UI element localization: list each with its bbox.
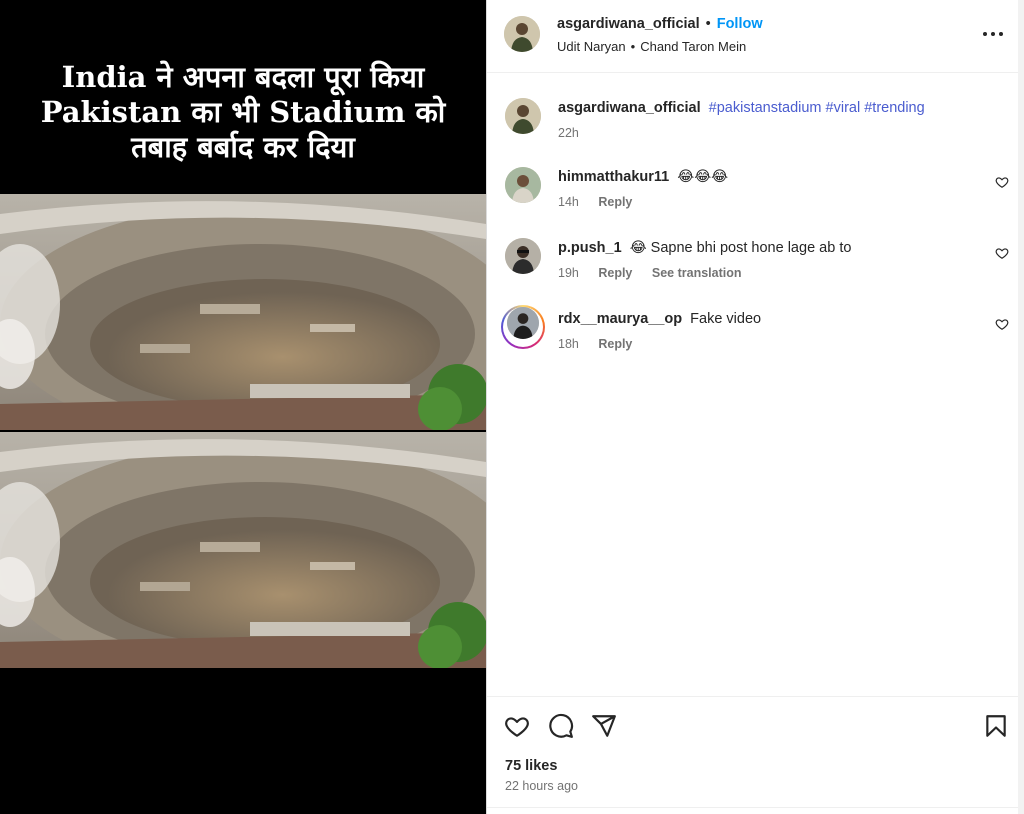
media-caption-line: तबाह बर्बाद कर दिया (131, 130, 355, 164)
reply-button[interactable]: Reply (598, 337, 632, 351)
follow-button[interactable]: Follow (717, 16, 763, 32)
media-caption-text: India ने अपना बदला पूरा किया Pakistan का… (0, 60, 486, 165)
more-options-icon[interactable] (983, 24, 1003, 44)
comment-time: 18h (558, 337, 579, 351)
media-caption-line: India ने अपना बदला पूरा किया (61, 60, 425, 94)
comment-username[interactable]: rdx__maurya__op (558, 311, 682, 327)
author-avatar-small[interactable] (505, 98, 541, 134)
caption-username[interactable]: asgardiwana_official (558, 100, 701, 116)
action-bar: 75 likes 22 hours ago (487, 696, 1024, 814)
likes-count[interactable]: 75 likes (505, 758, 557, 774)
caption-line: asgardiwana_official #pakistanstadium #v… (558, 100, 925, 116)
media-caption-line: Pakistan का भी Stadium को (40, 95, 446, 129)
comment-icon[interactable] (548, 713, 574, 739)
audio-track: Chand Taron Mein (640, 39, 747, 54)
bookmark-icon[interactable] (983, 713, 1009, 739)
reply-button[interactable]: Reply (598, 195, 632, 209)
heart-icon[interactable] (995, 175, 1009, 189)
comment-username[interactable]: p.push_1 (558, 240, 622, 256)
audio-separator: • (630, 39, 636, 54)
post-timestamp: 22 hours ago (505, 779, 578, 793)
author-username[interactable]: asgardiwana_official (557, 16, 700, 32)
audio-artist: Udit Naryan (557, 39, 626, 54)
comment-time: 14h (558, 195, 579, 209)
caption-time: 22h (558, 126, 579, 140)
comment-meta: 18h Reply (558, 337, 648, 351)
comment-meta: 14h Reply (558, 195, 648, 209)
caption-hashtags[interactable]: #pakistanstadium #viral #trending (709, 100, 925, 116)
share-icon[interactable] (591, 713, 617, 739)
commenter-avatar[interactable] (507, 307, 539, 339)
comment-line: himmatthakur11 😂😂😂 (558, 169, 728, 185)
header-dot: • (705, 16, 711, 32)
author-avatar[interactable] (504, 16, 540, 52)
caption-meta: 22h (558, 126, 595, 140)
comment-time: 19h (558, 266, 579, 280)
stadium-image-bottom (0, 432, 486, 668)
post-media[interactable]: India ने अपना बदला पूरा किया Pakistan का… (0, 0, 486, 814)
commenter-avatar[interactable] (505, 238, 541, 274)
audio-info[interactable]: Udit Naryan • Chand Taron Mein (557, 39, 746, 54)
comment-text: Fake video (690, 311, 762, 327)
commenter-avatar[interactable] (505, 167, 541, 203)
like-heart-icon[interactable] (504, 713, 530, 739)
comment-text: 😂 Sapne bhi post hone lage ab to (629, 240, 852, 256)
comment-meta: 19h Reply See translation (558, 266, 758, 280)
heart-icon[interactable] (995, 246, 1009, 260)
header-user-line: asgardiwana_official • Follow (557, 16, 763, 32)
see-translation-button[interactable]: See translation (652, 266, 742, 280)
reply-button[interactable]: Reply (598, 266, 632, 280)
post-header: asgardiwana_official • Follow Udit Naryan •… (487, 0, 1024, 73)
post-panel: asgardiwana_official • Follow Udit Naryan •… (486, 0, 1024, 814)
comment-username[interactable]: himmatthakur11 (558, 169, 669, 185)
heart-icon[interactable] (995, 317, 1009, 331)
comment-line: p.push_1 😂 Sapne bhi post hone lage ab t… (558, 240, 851, 256)
comment-line: rdx__maurya__op Fake video (558, 311, 761, 327)
divider (487, 807, 1024, 808)
stadium-image-top (0, 194, 486, 430)
comment-text: 😂😂😂 (677, 169, 729, 185)
scrollbar[interactable] (1018, 0, 1024, 814)
